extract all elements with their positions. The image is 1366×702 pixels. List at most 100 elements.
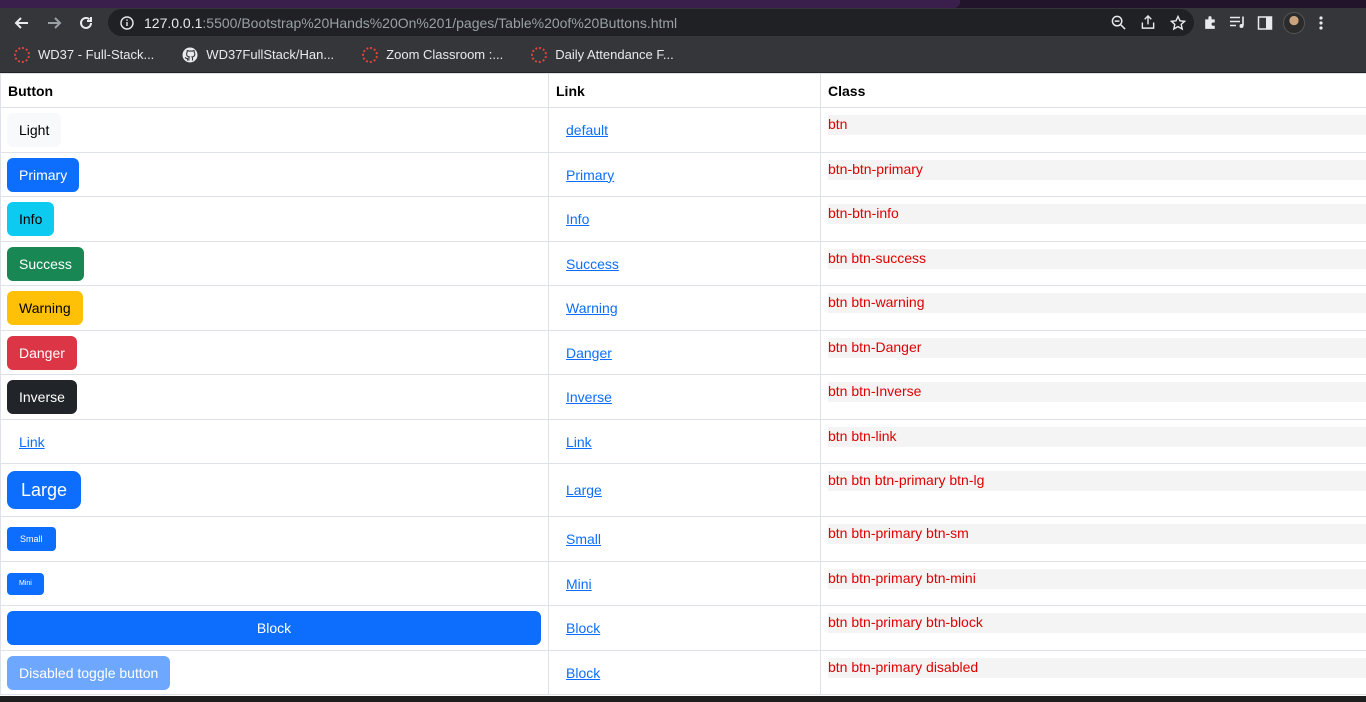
class-cell: btn btn-warning	[820, 285, 1366, 331]
profile-avatar[interactable]	[1283, 11, 1305, 34]
reload-button[interactable]	[70, 8, 102, 37]
primary-link[interactable]: Primary	[566, 167, 614, 183]
url-path: :5500/Bootstrap%20Hands%20On%201/pages/T…	[202, 14, 678, 31]
address-bar[interactable]: 127.0.0.1:5500/Bootstrap%20Hands%20On%20…	[108, 9, 1194, 36]
table-row: Info Info btn-btn-info	[0, 196, 1366, 242]
inverse-link[interactable]: Inverse	[566, 389, 612, 405]
small-button[interactable]: Small	[7, 527, 56, 551]
button-cell: Block	[0, 605, 549, 651]
bookmark-label: Zoom Classroom :...	[386, 47, 504, 62]
table-row: Block Block btn btn-primary btn-block	[0, 605, 1366, 651]
large-button[interactable]: Large	[7, 471, 82, 509]
bookmark-daily-attendance[interactable]: Daily Attendance F...	[525, 46, 680, 63]
page-content: Button Link Class Light default btn Prim…	[0, 73, 1366, 696]
kebab-menu-icon[interactable]	[1315, 15, 1327, 31]
back-button[interactable]	[6, 8, 38, 37]
link-cell: default	[548, 107, 821, 153]
url-host: 127.0.0.1	[144, 14, 203, 31]
success-button[interactable]: Success	[7, 246, 84, 281]
bookmark-wd37-full-stack[interactable]: WD37 - Full-Stack...	[8, 46, 160, 63]
link-cell: Block	[548, 605, 821, 651]
forward-button[interactable]	[38, 8, 70, 37]
link-button[interactable]: Link	[7, 425, 57, 459]
bookmark-zoom-classroom[interactable]: Zoom Classroom :...	[356, 46, 509, 63]
bookmark-label: WD37 - Full-Stack...	[38, 47, 155, 62]
button-cell: Light	[0, 107, 549, 153]
block-button[interactable]: Block	[7, 611, 541, 645]
class-cell: btn btn-Danger	[820, 330, 1366, 375]
link-cell: Success	[548, 241, 821, 286]
window-top-strip	[0, 0, 1366, 8]
link-cell: Primary	[548, 152, 821, 197]
class-cell: btn btn-success	[820, 241, 1366, 286]
link-cell: Large	[548, 463, 821, 517]
class-cell: btn btn-primary btn-block	[820, 605, 1366, 651]
link-cell: Link	[548, 419, 821, 464]
header-link: Link	[548, 73, 821, 108]
link-cell: Inverse	[548, 374, 821, 420]
url-text: 127.0.0.1:5500/Bootstrap%20Hands%20On%20…	[144, 15, 677, 31]
table-row: Large Large btn btn btn-primary btn-lg	[0, 463, 1366, 517]
bookmark-github[interactable]: WD37FullStack/Han...	[176, 47, 340, 63]
button-cell: Disabled toggle button	[0, 650, 549, 695]
info-button[interactable]: Info	[7, 202, 55, 236]
success-link[interactable]: Success	[566, 256, 619, 272]
danger-button[interactable]: Danger	[7, 335, 77, 370]
bookmarks-bar: WD37 - Full-Stack... WD37FullStack/Han..…	[0, 37, 1366, 73]
class-cell: btn btn-Inverse	[820, 374, 1366, 420]
button-cell: Info	[0, 196, 549, 242]
mini-link[interactable]: Mini	[566, 576, 592, 592]
danger-link[interactable]: Danger	[566, 345, 612, 361]
class-code: btn btn-primary disabled	[828, 658, 1366, 678]
class-code: btn btn-link	[828, 427, 1366, 447]
light-button[interactable]: Light	[7, 113, 62, 147]
class-code: btn btn-success	[828, 249, 1366, 269]
class-code: btn-btn-primary	[828, 160, 1366, 180]
share-icon[interactable]	[1140, 15, 1156, 30]
class-code: btn	[828, 115, 1366, 135]
button-cell: Primary	[0, 152, 549, 197]
large-link[interactable]: Large	[566, 482, 602, 498]
table-row: Link Link btn btn-link	[0, 419, 1366, 464]
browser-toolbar: 127.0.0.1:5500/Bootstrap%20Hands%20On%20…	[0, 8, 1366, 37]
block-link[interactable]: Block	[566, 620, 600, 636]
puzzle-icon[interactable]	[1202, 14, 1219, 31]
class-cell: btn btn-link	[820, 419, 1366, 464]
button-cell: Danger	[0, 330, 549, 375]
primary-button[interactable]: Primary	[7, 157, 80, 192]
warning-link[interactable]: Warning	[566, 300, 618, 316]
block-link-2[interactable]: Block	[566, 665, 600, 681]
class-code: btn btn-Danger	[828, 338, 1366, 358]
table-row: Light default btn	[0, 107, 1366, 153]
warning-button[interactable]: Warning	[7, 291, 83, 325]
extension-area	[1202, 8, 1327, 37]
disabled-toggle-button: Disabled toggle button	[7, 655, 171, 690]
info-link[interactable]: Info	[566, 211, 589, 227]
link-cell: Warning	[548, 285, 821, 331]
mini-button[interactable]: Mini	[7, 573, 44, 595]
table-row: Warning Warning btn btn-warning	[0, 285, 1366, 331]
table-header-row: Button Link Class	[0, 73, 1366, 108]
class-code: btn btn btn-primary btn-lg	[828, 471, 1366, 491]
side-panel-icon[interactable]	[1257, 15, 1273, 31]
star-icon[interactable]	[1170, 14, 1186, 31]
address-bar-actions	[1111, 9, 1186, 36]
header-button: Button	[0, 73, 549, 108]
dotted-ring-icon	[362, 46, 379, 63]
inverse-button[interactable]: Inverse	[7, 380, 77, 414]
small-link[interactable]: Small	[566, 531, 601, 547]
table-row: Mini Mini btn btn-primary btn-mini	[0, 561, 1366, 606]
link-link[interactable]: Link	[566, 434, 592, 450]
class-code: btn btn-primary btn-mini	[828, 569, 1366, 589]
dotted-ring-icon	[14, 46, 30, 63]
dotted-ring-icon	[531, 46, 548, 63]
class-cell: btn btn btn-primary btn-lg	[820, 463, 1366, 517]
media-queue-icon[interactable]	[1229, 14, 1247, 31]
class-cell: btn-btn-primary	[820, 152, 1366, 197]
zoom-icon[interactable]	[1111, 15, 1126, 30]
table-row: Danger Danger btn btn-Danger	[0, 330, 1366, 375]
default-link[interactable]: default	[566, 122, 608, 138]
class-cell: btn	[820, 107, 1366, 153]
class-code: btn btn-Inverse	[828, 382, 1366, 402]
class-cell: btn btn-primary btn-sm	[820, 516, 1366, 562]
